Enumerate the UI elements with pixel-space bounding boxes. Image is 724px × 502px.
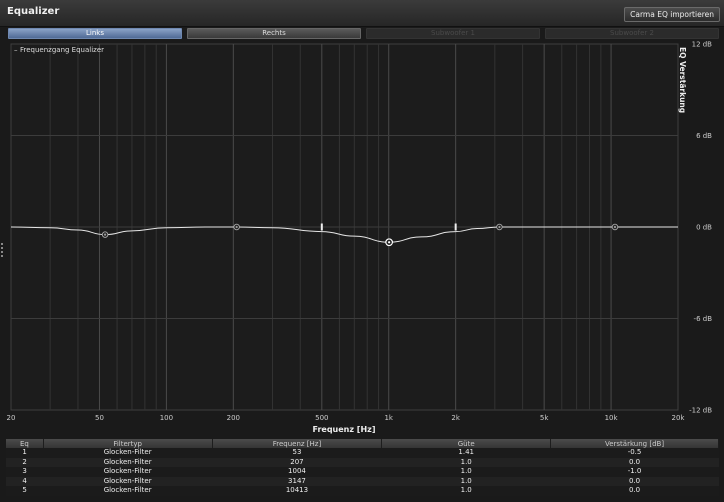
cell-verstaerkung: 0.0	[550, 486, 719, 496]
table-row[interactable]: 3 Glocken-Filter 1004 1.0 -1.0	[6, 467, 719, 477]
x-tick-label: 200	[227, 414, 240, 422]
cell-eq: 2	[6, 457, 44, 467]
cell-filtertyp: Glocken-Filter	[43, 476, 213, 486]
cell-guete: 1.0	[381, 457, 551, 467]
cell-frequenz: 3147	[212, 476, 382, 486]
eq-band-handle-dot[interactable]	[104, 233, 107, 236]
col-filtertyp[interactable]: Filtertyp	[43, 439, 213, 448]
eq-band-handle-dot[interactable]	[613, 225, 617, 229]
y-tick-label: 6 dB	[696, 132, 712, 140]
y-axis-label: EQ Verstärkung	[678, 47, 687, 113]
table-row[interactable]: 1 Glocken-Filter 53 1.41 -0.5	[6, 448, 719, 458]
cell-guete: 1.41	[381, 448, 551, 458]
y-tick-label: -12 dB	[689, 407, 712, 415]
col-frequenz[interactable]: Frequenz [Hz]	[212, 439, 383, 448]
x-tick-label: 1k	[384, 414, 393, 422]
eq-band-handle-dot[interactable]	[388, 241, 391, 244]
cell-filtertyp: Glocken-Filter	[43, 457, 213, 467]
x-tick-label: 5k	[540, 414, 549, 422]
eq-band-table: Eq Filtertyp Frequenz [Hz] Güte Verstärk…	[6, 439, 719, 496]
graph-legend-dash: –	[14, 46, 18, 54]
bandwidth-handle[interactable]	[320, 223, 323, 231]
x-tick-labels: 20 50 100 200 500 1k 2k 5k 10k 20k	[7, 414, 686, 422]
cell-filtertyp: Glocken-Filter	[43, 467, 213, 477]
eq-band-handle-dot[interactable]	[235, 225, 238, 229]
y-tick-labels: 12 dB 6 dB 0 dB -6 dB -12 dB	[689, 41, 712, 415]
col-guete[interactable]: Güte	[381, 439, 552, 448]
eq-band-handle-dot[interactable]	[498, 225, 501, 229]
eq-frequency-graph: – Frequenzgang Equalizer 20 50 100 200 500 1k…	[7, 41, 713, 435]
table-row[interactable]: 5 Glocken-Filter 10413 1.0 0.0	[6, 486, 719, 496]
cell-eq: 1	[6, 448, 44, 458]
y-tick-label: 12 dB	[692, 41, 713, 49]
x-axis-label: Frequenz [Hz]	[313, 425, 376, 434]
col-verstaerkung[interactable]: Verstärkung [dB]	[550, 439, 719, 448]
cell-frequenz: 1004	[212, 467, 382, 477]
x-tick-label: 2k	[451, 414, 460, 422]
eq-band-handle[interactable]	[385, 238, 394, 247]
cell-verstaerkung: -0.5	[550, 448, 719, 458]
cell-verstaerkung: 0.0	[550, 457, 719, 467]
cell-filtertyp: Glocken-Filter	[43, 486, 213, 496]
cell-frequenz: 207	[212, 457, 382, 467]
x-tick-label: 500	[315, 414, 328, 422]
x-tick-label: 100	[160, 414, 173, 422]
eq-band-handle[interactable]	[233, 223, 240, 231]
x-tick-label: 20k	[672, 414, 686, 422]
cell-eq: 4	[6, 476, 44, 486]
x-tick-label: 10k	[605, 414, 619, 422]
x-tick-label: 20	[7, 414, 16, 422]
bandwidth-handle[interactable]	[454, 223, 457, 231]
cell-verstaerkung: 0.0	[550, 476, 719, 486]
y-tick-label: -6 dB	[694, 315, 713, 323]
cell-verstaerkung: -1.0	[550, 467, 719, 477]
col-eq[interactable]: Eq	[6, 439, 44, 448]
x-tick-label: 50	[95, 414, 104, 422]
cell-eq: 3	[6, 467, 44, 477]
cell-frequenz: 10413	[212, 486, 382, 496]
cell-guete: 1.0	[381, 486, 551, 496]
table-row[interactable]: 4 Glocken-Filter 3147 1.0 0.0	[6, 476, 719, 486]
cell-filtertyp: Glocken-Filter	[43, 448, 213, 458]
y-tick-label: 0 dB	[696, 224, 712, 232]
table-header: Eq Filtertyp Frequenz [Hz] Güte Verstärk…	[6, 439, 719, 448]
cell-guete: 1.0	[381, 476, 551, 486]
cell-guete: 1.0	[381, 467, 551, 477]
graph-legend-label: Frequenzgang Equalizer	[20, 46, 104, 54]
cell-eq: 5	[6, 486, 44, 496]
eq-band-handle[interactable]	[101, 231, 109, 238]
cell-frequenz: 53	[212, 448, 382, 458]
eq-band-handle[interactable]	[496, 223, 503, 231]
table-row[interactable]: 2 Glocken-Filter 207 1.0 0.0	[6, 457, 719, 467]
eq-band-handle[interactable]	[611, 223, 619, 231]
